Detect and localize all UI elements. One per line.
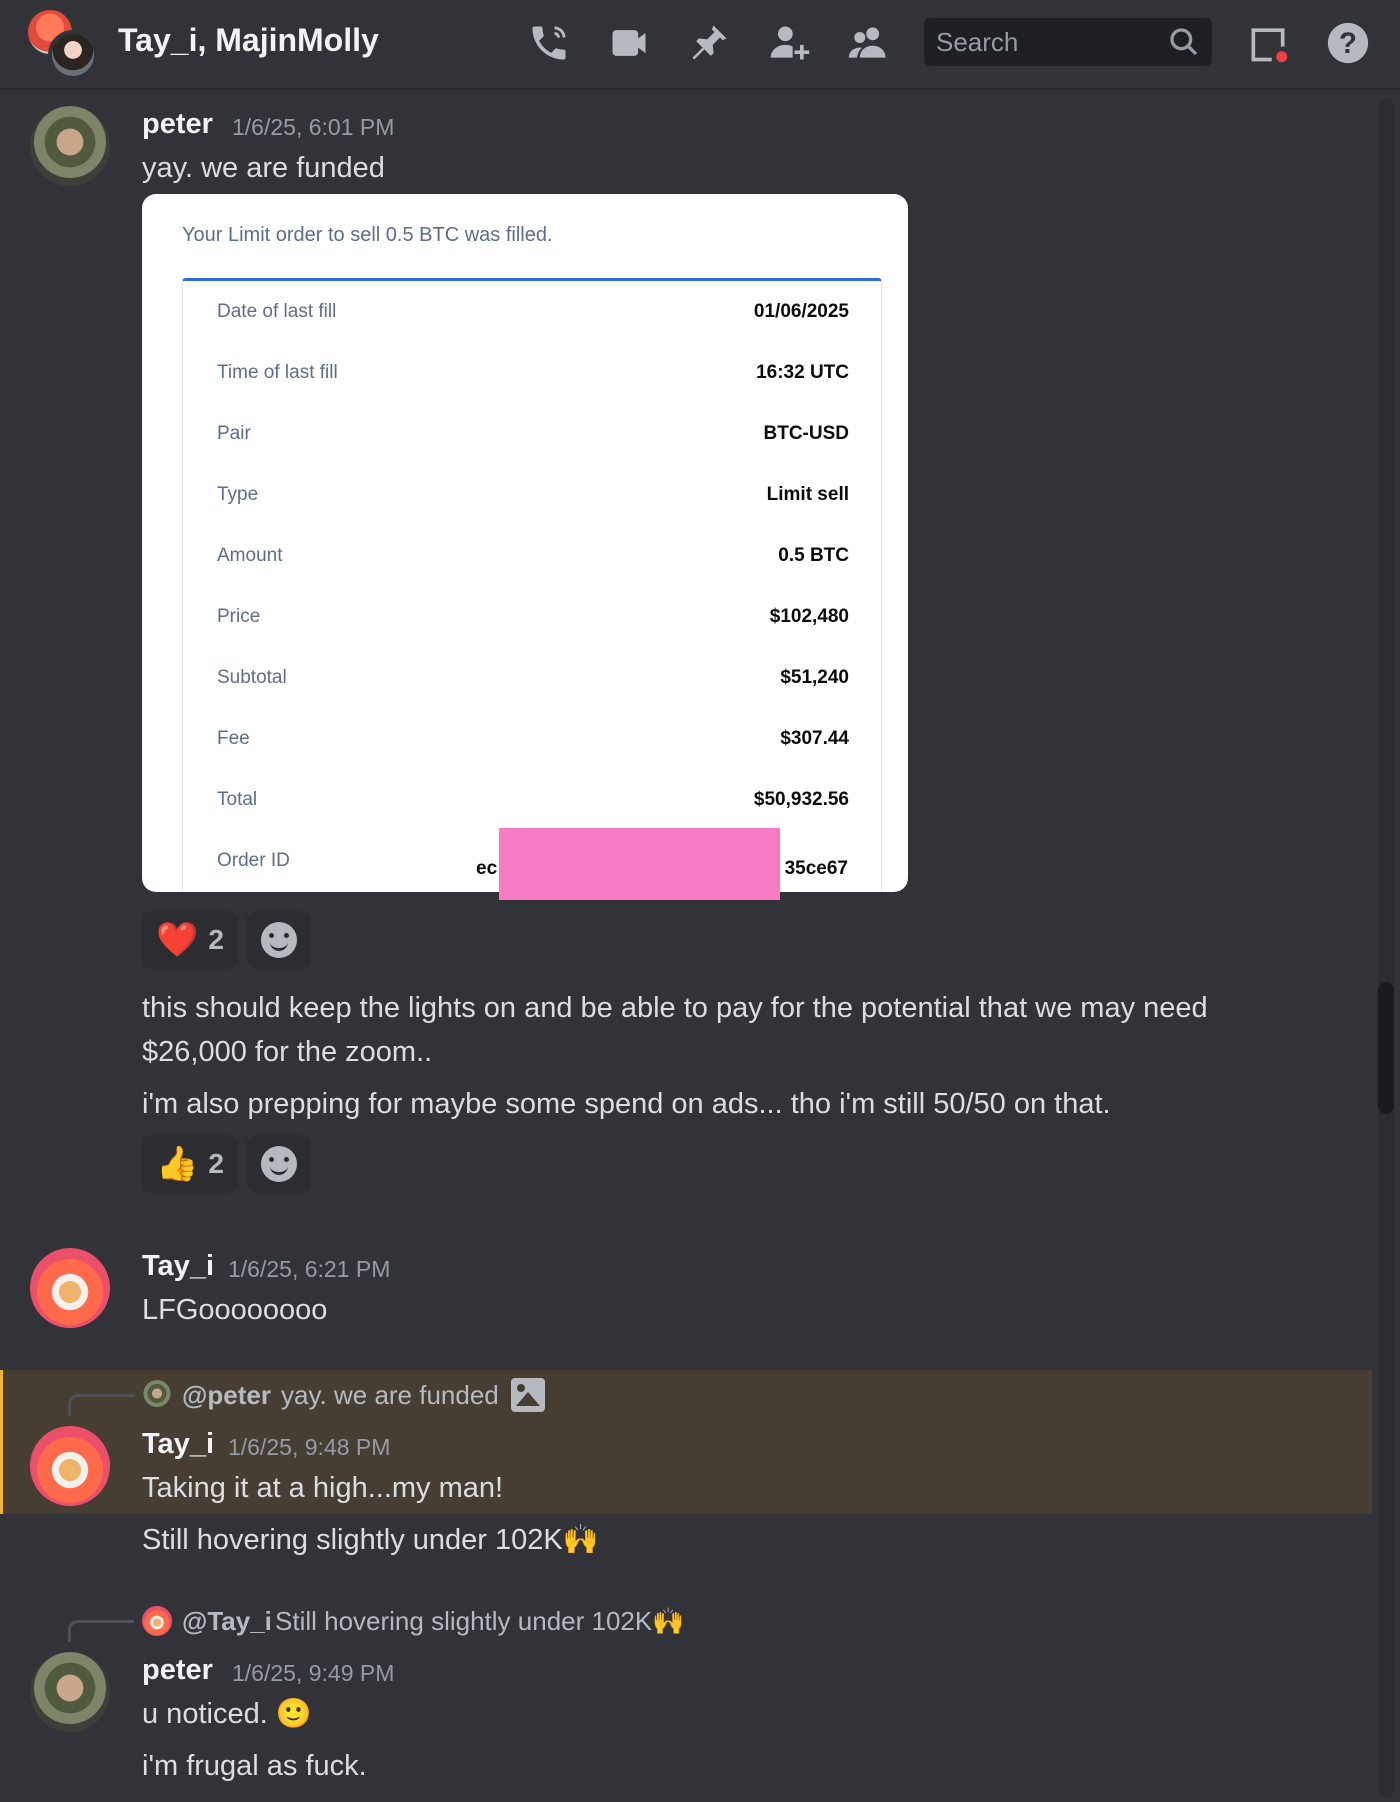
receipt-label: Price xyxy=(217,606,261,627)
receipt-label: Time of last fill xyxy=(217,362,338,383)
receipt-label: Type xyxy=(217,484,259,505)
message-author[interactable]: peter xyxy=(142,108,213,141)
heart-emoji: ❤️ xyxy=(156,921,199,959)
receipt-value: $102,480 xyxy=(769,606,849,627)
message-author[interactable]: Tay_i xyxy=(142,1250,214,1283)
add-reaction-button[interactable] xyxy=(247,911,311,969)
receipt-row: Amount 0.5 BTC xyxy=(183,525,883,586)
reply-spine xyxy=(68,1620,134,1642)
message-timestamp: 1/6/25, 6:21 PM xyxy=(228,1256,391,1282)
inbox-icon[interactable] xyxy=(1243,18,1293,68)
reply-preview[interactable]: Still hovering slightly under 102K🙌 xyxy=(275,1606,685,1637)
message-text: i'm also prepping for maybe some spend o… xyxy=(142,1088,1111,1120)
phone-call-icon[interactable] xyxy=(524,18,574,68)
message-timestamp: 1/6/25, 9:48 PM xyxy=(228,1434,391,1460)
receipt-label: Fee xyxy=(217,728,250,749)
add-reaction-icon xyxy=(261,922,297,958)
pin-icon[interactable] xyxy=(684,18,734,68)
reply-author[interactable]: @Tay_i xyxy=(182,1606,272,1637)
avatar-peter[interactable] xyxy=(30,1652,110,1732)
reaction-heart[interactable]: ❤️ 2 xyxy=(142,911,238,969)
receipt-value: Limit sell xyxy=(766,484,849,505)
receipt-row: Type Limit sell xyxy=(183,464,883,525)
receipt-label: Pair xyxy=(217,423,251,444)
reply-avatar-peter xyxy=(142,1380,172,1410)
reply-spine xyxy=(68,1394,134,1416)
scrollbar-thumb[interactable] xyxy=(1378,982,1394,1114)
video-icon[interactable] xyxy=(604,18,654,68)
receipt-row: Subtotal $51,240 xyxy=(183,647,883,708)
receipt-label: Amount xyxy=(217,545,283,566)
receipt-row: Date of last fill 01/06/2025 xyxy=(183,281,883,342)
message-text: Still hovering slightly under 102K🙌 xyxy=(142,1524,599,1556)
redaction-block xyxy=(499,828,780,900)
image-icon xyxy=(511,1378,545,1412)
help-icon[interactable]: ? xyxy=(1323,18,1373,68)
avatar-peter[interactable] xyxy=(30,106,110,186)
message-author[interactable]: peter xyxy=(142,1654,213,1687)
receipt-row: Price $102,480 xyxy=(183,586,883,647)
message-text: i'm frugal as fuck. xyxy=(142,1750,367,1782)
receipt-value: 01/06/2025 xyxy=(753,301,849,322)
message-text: Taking it at a high...my man! xyxy=(142,1472,504,1504)
receipt-row: Time of last fill 16:32 UTC xyxy=(183,342,883,403)
message-text: LFGoooooooo xyxy=(142,1294,328,1326)
avatar-tay-i[interactable] xyxy=(30,1426,110,1506)
reply-avatar-tay-i xyxy=(142,1606,172,1636)
receipt-label: Subtotal xyxy=(217,667,287,688)
receipt-label: Order ID xyxy=(217,850,290,871)
reaction-thumbs-up[interactable]: 👍 2 xyxy=(142,1135,238,1193)
receipt-label: Date of last fill xyxy=(217,301,337,322)
receipt-value: $50,932.56 xyxy=(753,789,849,810)
search-box[interactable] xyxy=(924,18,1212,66)
add-friend-icon[interactable] xyxy=(764,18,814,68)
receipt-value: 0.5 BTC xyxy=(778,545,849,566)
message-timestamp: 1/6/25, 6:01 PM xyxy=(232,114,395,140)
channel-title[interactable]: Tay_i, MajinMolly xyxy=(118,22,379,59)
receipt-value: BTC-USD xyxy=(763,423,850,444)
svg-text:?: ? xyxy=(1339,27,1357,60)
receipt-header: Your Limit order to sell 0.5 BTC was fil… xyxy=(182,224,553,246)
order-id-start: ec xyxy=(476,858,498,879)
message-timestamp: 1/6/25, 9:49 PM xyxy=(232,1660,395,1686)
receipt-value: $51,240 xyxy=(780,667,849,688)
thumbs-up-emoji: 👍 xyxy=(156,1145,199,1183)
message-text: this should keep the lights on and be ab… xyxy=(142,992,1208,1068)
message-author[interactable]: Tay_i xyxy=(142,1428,214,1461)
reply-author[interactable]: @peter xyxy=(182,1380,271,1411)
image-attachment-receipt[interactable]: Your Limit order to sell 0.5 BTC was fil… xyxy=(142,194,908,892)
scrollbar-track[interactable] xyxy=(1378,98,1394,1798)
reply-preview[interactable]: yay. we are funded xyxy=(281,1380,499,1411)
channel-header: Tay_i, MajinMolly ? xyxy=(0,0,1400,90)
receipt-table: Date of last fill 01/06/2025 Time of las… xyxy=(182,278,882,892)
members-icon[interactable] xyxy=(844,18,894,68)
receipt-value: 16:32 UTC xyxy=(756,362,849,383)
search-icon xyxy=(1170,28,1198,56)
receipt-row: Fee $307.44 xyxy=(183,708,883,769)
add-reaction-button[interactable] xyxy=(247,1135,311,1193)
add-reaction-icon xyxy=(261,1146,297,1182)
group-dm-avatar xyxy=(28,10,98,80)
receipt-value: $307.44 xyxy=(780,728,849,749)
message-text: yay. we are funded xyxy=(142,152,385,184)
receipt-label: Total xyxy=(217,789,258,810)
receipt-row: Pair BTC-USD xyxy=(183,403,883,464)
search-input[interactable] xyxy=(936,26,1156,58)
order-id-end: 35ce67 xyxy=(784,858,848,879)
message-text: u noticed. 🙂 xyxy=(142,1698,312,1730)
group-avatar-molly xyxy=(48,30,98,80)
reaction-count: 2 xyxy=(208,924,224,955)
avatar-tay-i[interactable] xyxy=(30,1248,110,1328)
receipt-row: Total $50,932.56 xyxy=(183,769,883,830)
reaction-count: 2 xyxy=(208,1148,224,1179)
